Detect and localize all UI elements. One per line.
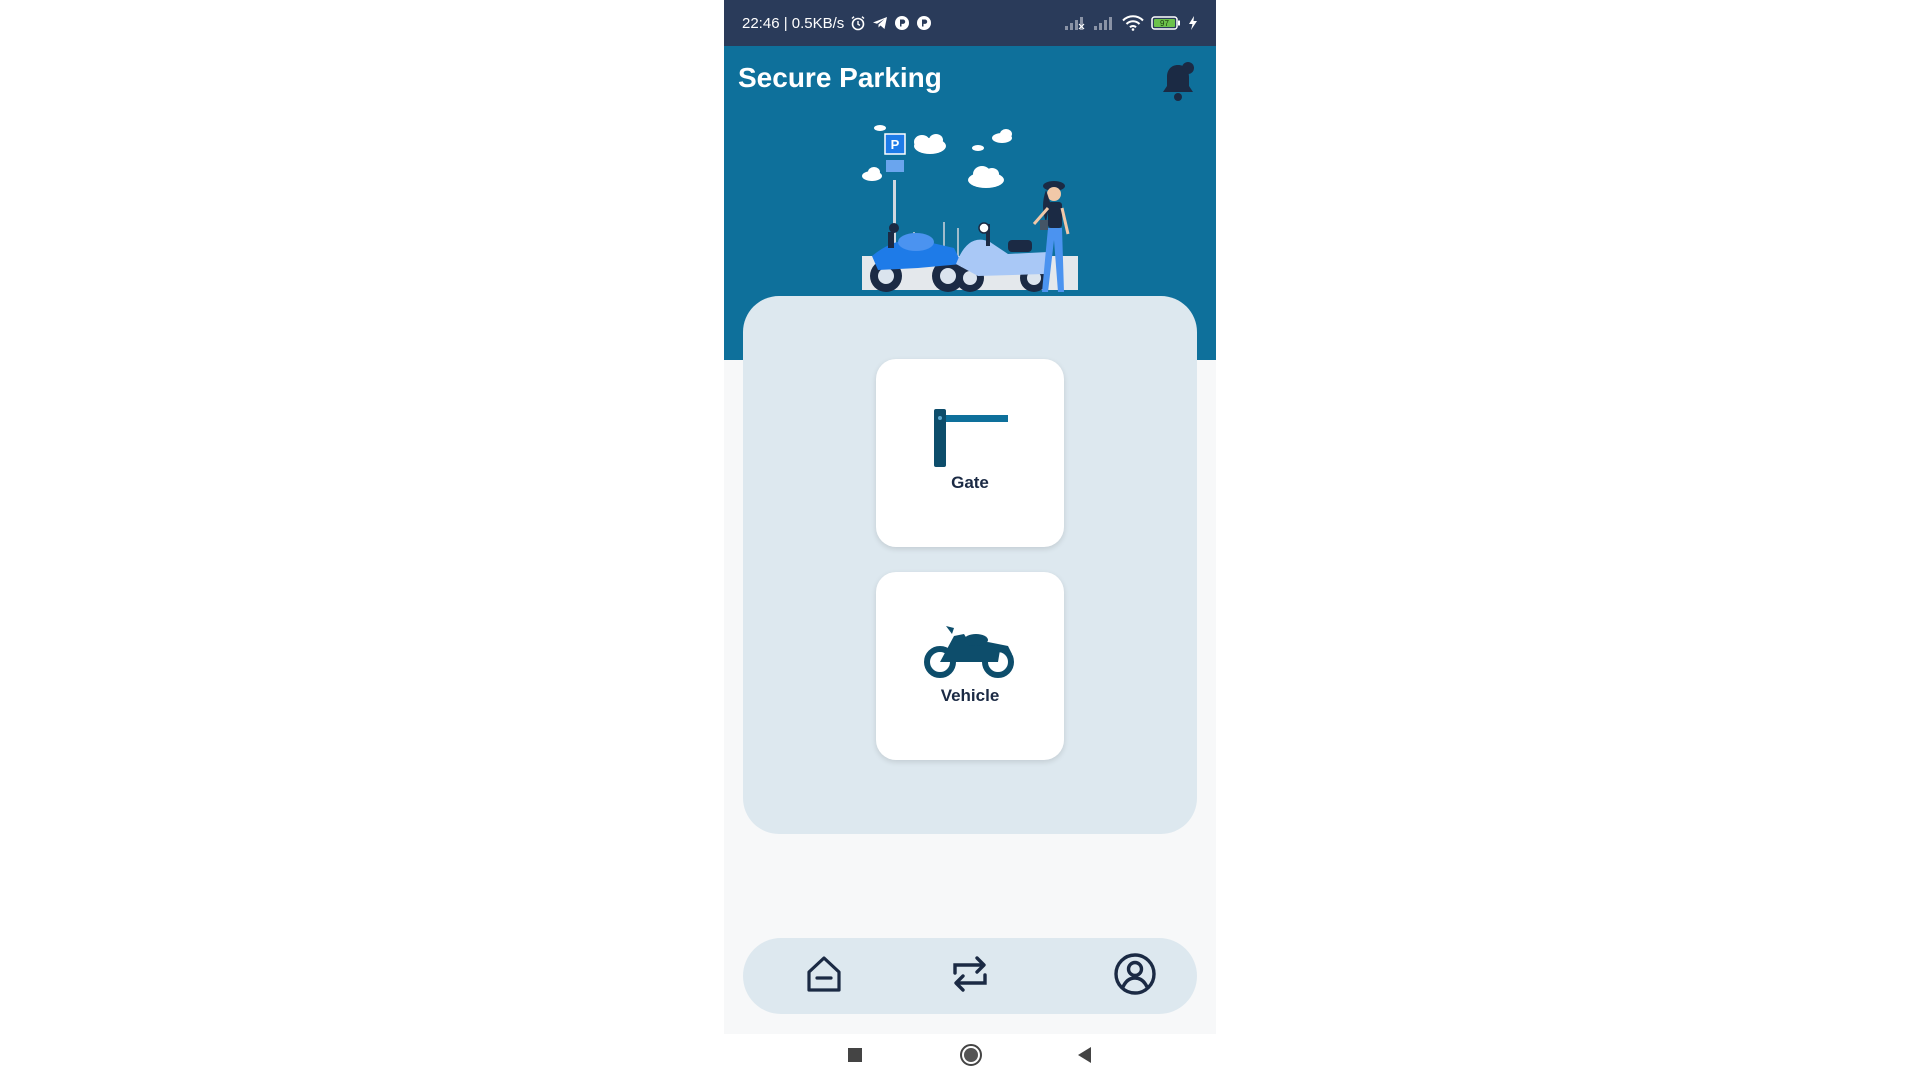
phone-screen: 22:46 | 0.5KB/s 97 Secure Parking P Gate… bbox=[724, 0, 1216, 1080]
home-icon bbox=[804, 954, 844, 999]
signal-icon bbox=[1064, 16, 1086, 30]
home-circle-icon bbox=[959, 1043, 983, 1072]
notification-button[interactable] bbox=[1156, 60, 1200, 108]
app-icon bbox=[894, 15, 910, 31]
battery-level-text: 97 bbox=[1160, 19, 1169, 28]
page-title: Secure Parking bbox=[738, 62, 942, 93]
back-icon bbox=[1076, 1046, 1092, 1069]
signal-icon-2 bbox=[1093, 16, 1115, 30]
menu-card: Gate Vehicle bbox=[743, 296, 1197, 834]
gate-label: Gate bbox=[951, 473, 989, 492]
app-icon-2 bbox=[916, 15, 932, 31]
motorcycle-icon bbox=[876, 624, 1064, 680]
recents-icon bbox=[847, 1047, 863, 1068]
alarm-icon bbox=[850, 15, 866, 31]
nav-home-button[interactable] bbox=[800, 952, 848, 1000]
status-right: 97 bbox=[1064, 0, 1198, 46]
system-back-button[interactable] bbox=[1069, 1042, 1099, 1072]
nav-swap-button[interactable] bbox=[946, 952, 994, 1000]
notification-bell-icon bbox=[1158, 60, 1198, 109]
wifi-icon bbox=[1122, 15, 1144, 31]
status-time-speed: 22:46 | 0.5KB/s bbox=[742, 14, 845, 32]
gate-barrier-icon bbox=[876, 407, 1064, 467]
profile-icon bbox=[1113, 952, 1157, 1001]
bottom-navigation bbox=[743, 938, 1197, 1014]
gate-tile[interactable]: Gate bbox=[876, 359, 1064, 547]
battery-icon: 97 bbox=[1151, 15, 1181, 31]
status-left: 22:46 | 0.5KB/s bbox=[742, 0, 932, 46]
vehicle-label: Vehicle bbox=[940, 686, 1000, 705]
system-home-button[interactable] bbox=[956, 1042, 986, 1072]
status-bar: 22:46 | 0.5KB/s 97 bbox=[724, 0, 1216, 46]
nav-profile-button[interactable] bbox=[1111, 952, 1159, 1000]
charging-icon bbox=[1188, 15, 1198, 31]
svg-text:P: P bbox=[891, 137, 900, 152]
swap-icon bbox=[949, 953, 991, 1000]
recents-button[interactable] bbox=[840, 1042, 870, 1072]
system-navigation-bar bbox=[724, 1034, 1216, 1080]
parking-illustration: P bbox=[858, 124, 1082, 296]
telegram-icon bbox=[872, 15, 888, 31]
vehicle-tile[interactable]: Vehicle bbox=[876, 572, 1064, 760]
